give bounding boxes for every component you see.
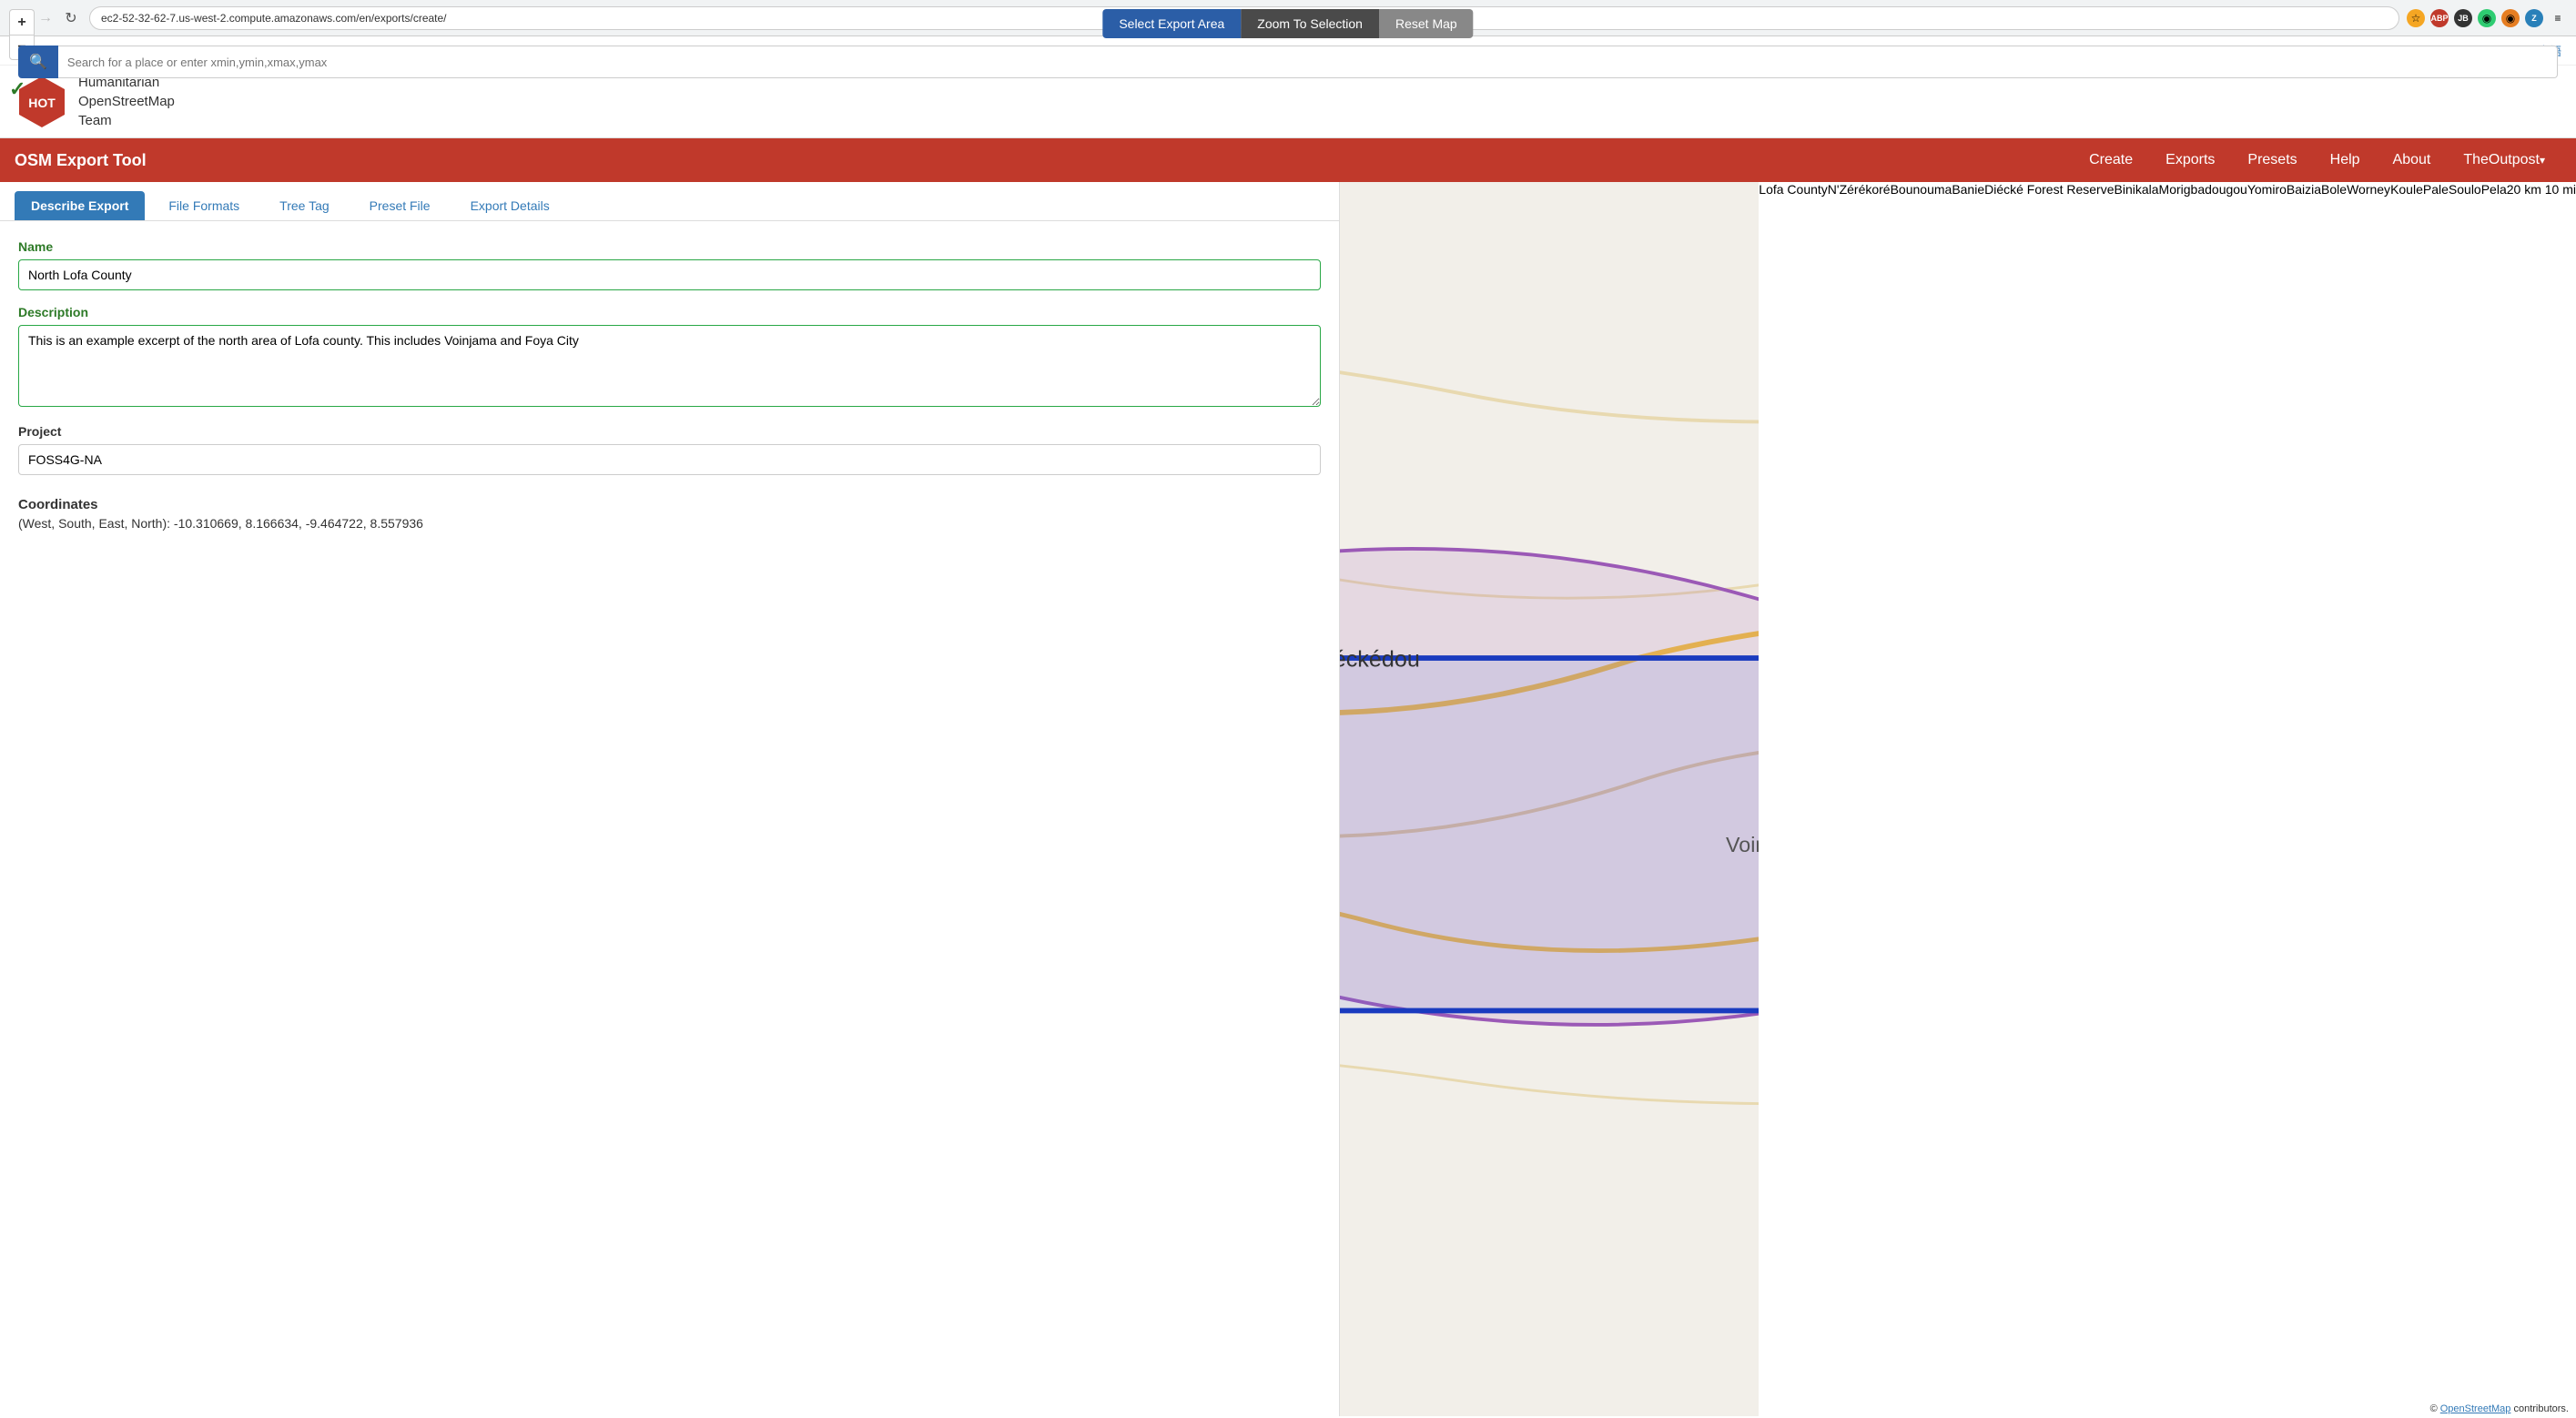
tab-export-details[interactable]: Export Details: [454, 191, 566, 220]
browser-icon-menu[interactable]: ≡: [2549, 9, 2567, 27]
browser-icon-abp: ABP: [2430, 9, 2449, 27]
tabs: Describe Export File Formats Tree Tag Pr…: [0, 182, 1339, 221]
map-attribution: © OpenStreetMap contributors.: [2430, 1403, 2569, 1414]
browser-icon-ext2: ◉: [2501, 9, 2520, 27]
coordinates-value: (West, South, East, North): -10.310669, …: [18, 516, 1321, 531]
nav-links: Create Exports Presets Help About TheOut…: [2073, 138, 2561, 182]
org-name: Humanitarian OpenStreetMap Team: [78, 73, 175, 130]
map-search-button[interactable]: 🔍: [18, 46, 58, 78]
browser-icons: ☆ ABP JB ◉ ◉ Z ≡: [2407, 9, 2567, 27]
browser-icon-ext1: ◉: [2478, 9, 2496, 27]
nav-presets[interactable]: Presets: [2231, 138, 2313, 182]
map-background: Guéckédou Macenta Voinjama Foya City Kou…: [1340, 182, 1760, 1416]
main-content: Describe Export File Formats Tree Tag Pr…: [0, 182, 2576, 1416]
nav-exports[interactable]: Exports: [2149, 138, 2231, 182]
refresh-button[interactable]: ↻: [60, 7, 82, 29]
map-confirm-button[interactable]: ✓: [9, 77, 25, 101]
zoom-to-selection-button[interactable]: Zoom To Selection: [1241, 9, 1379, 38]
nav-about[interactable]: About: [2377, 138, 2448, 182]
map-controls: Select Export Area Zoom To Selection Res…: [1102, 9, 1473, 38]
reset-map-button[interactable]: Reset Map: [1379, 9, 1474, 38]
main-nav: OSM Export Tool Create Exports Presets H…: [0, 138, 2576, 182]
map-panel: Guéckédou Macenta Voinjama Foya City Kou…: [1340, 182, 1760, 1416]
nav-brand: OSM Export Tool: [15, 151, 147, 170]
nav-help[interactable]: Help: [2314, 138, 2377, 182]
svg-text:Guéckédou: Guéckédou: [1340, 647, 1420, 673]
name-input[interactable]: [18, 259, 1321, 290]
coordinates-section: Coordinates (West, South, East, North): …: [18, 497, 1321, 531]
form-area: Name Description This is an example exce…: [0, 221, 1339, 549]
map-search: 🔍: [18, 46, 2558, 78]
forward-button[interactable]: →: [35, 7, 56, 29]
tab-describe-export[interactable]: Describe Export: [15, 191, 145, 220]
map-search-input[interactable]: [58, 46, 2558, 78]
project-label: Project: [18, 424, 1321, 439]
svg-text:HOT: HOT: [28, 96, 56, 110]
nav-create[interactable]: Create: [2073, 138, 2149, 182]
tab-preset-file[interactable]: Preset File: [353, 191, 447, 220]
logo-container: HOT Humanitarian OpenStreetMap Team: [15, 73, 175, 130]
svg-text:Voinjama: Voinjama: [1726, 833, 1760, 856]
zoom-in-button[interactable]: +: [9, 9, 35, 35]
browser-icon-jb: JB: [2454, 9, 2472, 27]
description-label: Description: [18, 305, 1321, 319]
osm-link[interactable]: OpenStreetMap: [2440, 1403, 2511, 1414]
nav-outpost[interactable]: TheOutpost: [2447, 138, 2561, 182]
left-panel: Describe Export File Formats Tree Tag Pr…: [0, 182, 1340, 1416]
browser-icon-star: ☆: [2407, 9, 2425, 27]
tab-file-formats[interactable]: File Formats: [152, 191, 256, 220]
description-textarea[interactable]: This is an example excerpt of the north …: [18, 325, 1321, 407]
browser-icon-z: Z: [2525, 9, 2543, 27]
tab-tree-tag[interactable]: Tree Tag: [263, 191, 345, 220]
coordinates-title: Coordinates: [18, 497, 1321, 512]
project-input[interactable]: [18, 444, 1321, 475]
name-label: Name: [18, 239, 1321, 254]
select-export-area-button[interactable]: Select Export Area: [1102, 9, 1241, 38]
